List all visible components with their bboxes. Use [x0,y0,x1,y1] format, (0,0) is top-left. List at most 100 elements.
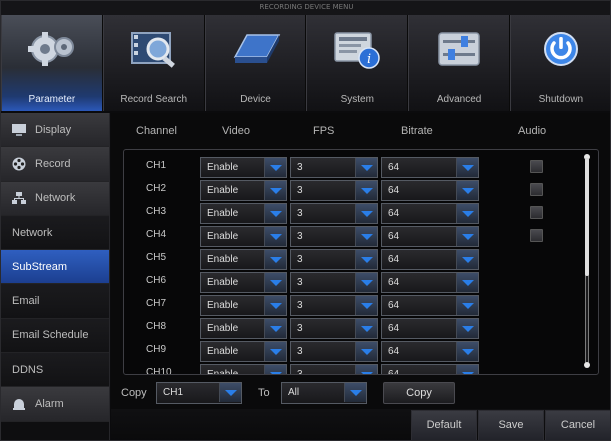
sidebar-item-label: Network [12,226,53,239]
substream-panel: Channel Video FPS Bitrate Audio CH1 Enabl… [111,113,610,440]
video-select[interactable]: Enable [200,341,287,362]
bitrate-select[interactable]: 64 [381,157,479,178]
audio-checkbox[interactable] [530,229,543,242]
system-info-icon: i [334,32,381,69]
copy-from-select[interactable]: CH1 [156,382,242,404]
video-value: Enable [207,323,239,334]
tab-parameter[interactable]: Parameter [1,15,103,111]
film-reel-icon [12,157,26,171]
copy-from-value: CH1 [163,387,184,398]
video-select[interactable]: Enable [200,295,287,316]
copy-to-select[interactable]: All [281,382,367,404]
video-select[interactable]: Enable [200,272,287,293]
chevron-down-icon [264,296,286,315]
sidebar-item-label: Email [12,295,40,308]
tab-record-search[interactable]: Record Search [102,15,205,111]
bitrate-value: 64 [388,346,400,357]
scroll-thumb[interactable] [585,158,589,276]
tab-label: Shutdown [538,94,584,105]
bitrate-select[interactable]: 64 [381,364,479,374]
channel-label: CH1 [146,160,167,171]
default-button[interactable]: Default [411,410,477,440]
tab-shutdown[interactable]: Shutdown [509,15,610,111]
table-scrollbar[interactable] [582,154,592,370]
fps-select[interactable]: 3 [290,341,378,362]
sidebar-item-email-schedule[interactable]: Email Schedule [1,318,109,354]
video-value: Enable [207,369,239,375]
bitrate-select[interactable]: 64 [381,249,479,270]
chevron-down-icon [355,204,377,223]
fps-select[interactable]: 3 [290,295,378,316]
bitrate-value: 64 [388,162,400,173]
fps-select[interactable]: 3 [290,226,378,247]
video-select[interactable]: Enable [200,203,287,224]
sidebar-item-network[interactable]: Network [1,215,109,251]
channel-label: CH10 [146,367,172,375]
sidebar-item-substream[interactable]: SubStream [1,250,109,285]
bitrate-select[interactable]: 64 [381,203,479,224]
tab-device[interactable]: Device [204,15,307,111]
hard-drive-icon [234,34,281,63]
bitrate-select[interactable]: 64 [381,272,479,293]
audio-checkbox[interactable] [530,206,543,219]
table-row: CH1 Enable 3 64 [124,156,584,179]
column-header-video: Video [222,125,250,137]
copy-button[interactable]: Copy [383,382,455,404]
fps-value: 3 [297,254,303,265]
bitrate-select[interactable]: 64 [381,341,479,362]
fps-value: 3 [297,231,303,242]
sidebar-item-email[interactable]: Email [1,284,109,319]
channel-label: CH7 [146,298,167,309]
sidebar-item-display[interactable]: Display [1,113,109,148]
power-icon [543,32,578,66]
chevron-down-icon [456,227,478,246]
chevron-down-icon [264,250,286,269]
video-value: Enable [207,162,239,173]
channel-label: CH9 [146,344,167,355]
video-select[interactable]: Enable [200,318,287,339]
to-label: To [258,387,270,399]
save-button[interactable]: Save [478,410,544,440]
chevron-down-icon [456,250,478,269]
video-value: Enable [207,208,239,219]
table-row: CH4 Enable 3 64 [124,225,584,248]
bitrate-select[interactable]: 64 [381,180,479,201]
chevron-down-icon [355,319,377,338]
tab-label: System [340,94,374,105]
fps-select[interactable]: 3 [290,203,378,224]
bitrate-select[interactable]: 64 [381,226,479,247]
chevron-down-icon [456,204,478,223]
video-select[interactable]: Enable [200,157,287,178]
fps-select[interactable]: 3 [290,318,378,339]
scroll-bottom-dot [584,362,590,368]
video-select[interactable]: Enable [200,249,287,270]
video-value: Enable [207,254,239,265]
sidebar-item-network-group[interactable]: Network [1,181,109,216]
sidebar-item-ddns[interactable]: DDNS [1,353,109,388]
cancel-button[interactable]: Cancel [545,410,610,440]
video-select[interactable]: Enable [200,226,287,247]
video-select[interactable]: Enable [200,180,287,201]
column-headers: Channel Video FPS Bitrate Audio [111,125,610,141]
sidebar-item-record[interactable]: Record [1,147,109,182]
bitrate-value: 64 [388,300,400,311]
tab-system[interactable]: i System [306,15,409,111]
video-select[interactable]: Enable [200,364,287,375]
svg-text:i: i [367,52,371,67]
channel-label: CH2 [146,183,167,194]
fps-select[interactable]: 3 [290,364,378,374]
fps-select[interactable]: 3 [290,272,378,293]
sidebar-item-alarm[interactable]: Alarm [1,387,109,422]
audio-checkbox[interactable] [530,183,543,196]
sidebar-item-label: Record [35,157,71,170]
channel-label: CH8 [146,321,167,332]
bitrate-select[interactable]: 64 [381,318,479,339]
audio-checkbox[interactable] [530,160,543,173]
tab-advanced[interactable]: Advanced [408,15,510,111]
bitrate-select[interactable]: 64 [381,295,479,316]
chevron-down-icon [355,273,377,292]
fps-select[interactable]: 3 [290,157,378,178]
fps-select[interactable]: 3 [290,180,378,201]
fps-select[interactable]: 3 [290,249,378,270]
fps-value: 3 [297,323,303,334]
